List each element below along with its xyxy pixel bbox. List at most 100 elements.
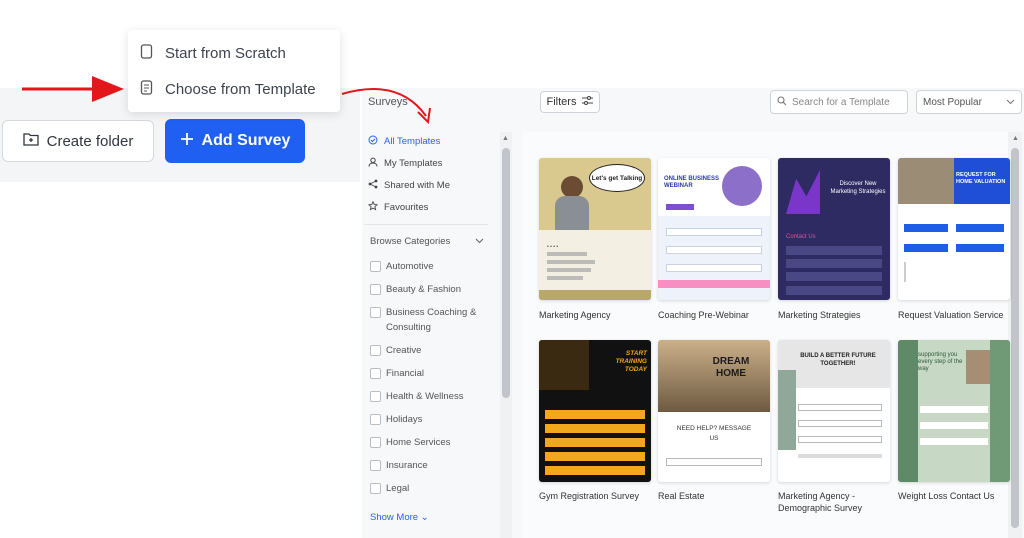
- category-legal[interactable]: Legal: [370, 481, 409, 496]
- start-from-scratch-label: Start from Scratch: [165, 45, 286, 62]
- browse-categories-toggle[interactable]: Browse Categories: [370, 236, 484, 247]
- thumb-field: [904, 244, 948, 252]
- thumb-title: REQUEST FOR HOME VALUATION: [956, 172, 1006, 185]
- thumb-line: [547, 252, 587, 256]
- search-icon: [777, 95, 787, 109]
- thumb-field: [545, 410, 645, 419]
- template-card-real-estate[interactable]: DREAM HOME NEED HELP? MESSAGE US: [658, 340, 770, 482]
- thumb-field: [666, 458, 762, 466]
- sidebar-item-shared[interactable]: Shared with Me: [368, 179, 450, 192]
- category-business-coaching[interactable]: Business Coaching & Consulting: [370, 305, 482, 335]
- star-icon: [367, 200, 379, 214]
- template-card-coaching-pre-webinar[interactable]: ONLINE BUSINESS WEBINAR: [658, 158, 770, 300]
- sort-select[interactable]: Most Popular: [916, 90, 1022, 114]
- template-search-input[interactable]: Search for a Template: [770, 90, 908, 114]
- template-name[interactable]: Marketing Agency: [539, 309, 655, 321]
- template-name[interactable]: Coaching Pre-Webinar: [658, 309, 774, 321]
- chevron-down-icon: ⌄: [420, 512, 429, 523]
- template-name[interactable]: Real Estate: [658, 490, 774, 502]
- show-more-link[interactable]: Show More ⌄: [370, 512, 429, 523]
- chevron-down-icon: [1006, 97, 1015, 108]
- template-card-weight-loss[interactable]: supporting you every step of the way: [898, 340, 1010, 482]
- category-creative[interactable]: Creative: [370, 343, 421, 358]
- category-checkbox[interactable]: [370, 368, 381, 379]
- chevron-down-icon: [475, 236, 484, 247]
- share-icon: [368, 179, 378, 192]
- user-icon: [368, 157, 378, 170]
- thumb-field: [666, 228, 762, 236]
- category-automotive[interactable]: Automotive: [370, 259, 434, 274]
- category-label: Home Services: [386, 437, 451, 448]
- sidebar-item-label: All Templates: [384, 136, 441, 147]
- thumb-field: [666, 246, 762, 254]
- blank-document-icon: [140, 44, 153, 63]
- sidebar-item-my-templates[interactable]: My Templates: [368, 157, 442, 170]
- category-beauty-fashion[interactable]: Beauty & Fashion: [370, 282, 461, 297]
- category-checkbox[interactable]: [370, 437, 381, 448]
- thumb-photo: [539, 340, 589, 390]
- sidebar-item-favourites[interactable]: Favourites: [367, 200, 429, 214]
- thumb-title: ONLINE BUSINESS WEBINAR: [664, 176, 720, 189]
- scrollbar-thumb[interactable]: [502, 148, 510, 398]
- category-checkbox[interactable]: [370, 460, 381, 471]
- sidebar-item-label: Favourites: [384, 202, 429, 213]
- thumb-field: [545, 438, 645, 447]
- category-checkbox[interactable]: [370, 307, 381, 318]
- filters-button[interactable]: Filters: [540, 91, 600, 113]
- category-checkbox[interactable]: [370, 284, 381, 295]
- template-name[interactable]: Gym Registration Survey: [539, 490, 655, 502]
- add-survey-label: Add Survey: [201, 132, 291, 149]
- create-folder-button[interactable]: Create folder: [2, 120, 154, 162]
- template-name[interactable]: Request Valuation Service: [898, 309, 1008, 321]
- category-label: Health & Wellness: [386, 391, 464, 402]
- filters-label: Filters: [546, 96, 577, 108]
- template-document-icon: [140, 80, 153, 99]
- sidebar-item-label: Shared with Me: [384, 180, 451, 191]
- thumb-footer: [658, 280, 770, 288]
- template-card-request-valuation[interactable]: REQUEST FOR HOME VALUATION: [898, 158, 1010, 300]
- thumb-line: [798, 454, 882, 458]
- category-health-wellness[interactable]: Health & Wellness: [370, 389, 463, 404]
- template-card-gym-registration[interactable]: START TRAINING TODAY: [539, 340, 651, 482]
- thumb-field: [786, 259, 882, 268]
- thumb-subtitle: NEED HELP? MESSAGE US: [676, 425, 752, 442]
- thumb-photo: [898, 158, 954, 204]
- grid-scrollbar[interactable]: ▲: [1008, 132, 1022, 538]
- thumb-field: [920, 438, 988, 445]
- thumb-line: [547, 260, 595, 264]
- template-card-marketing-agency[interactable]: Let's get Talking • • • •: [539, 158, 651, 300]
- thumb-field: [956, 224, 1004, 232]
- thumb-title: supporting you every step of the way: [918, 352, 963, 372]
- category-checkbox[interactable]: [370, 345, 381, 356]
- template-name[interactable]: Marketing Strategies: [778, 309, 894, 321]
- scroll-up-icon[interactable]: ▲: [1012, 135, 1019, 142]
- sidebar-scrollbar[interactable]: ▲: [500, 132, 512, 538]
- category-holidays[interactable]: Holidays: [370, 412, 422, 427]
- curved-arrow-annotation: [341, 88, 431, 125]
- template-card-marketing-demographic[interactable]: BUILD A BETTER FUTURE TOGETHER!: [778, 340, 890, 482]
- choose-from-template-option[interactable]: Choose from Template: [140, 80, 316, 99]
- template-name[interactable]: Weight Loss Contact Us: [898, 490, 1014, 502]
- scrollbar-thumb[interactable]: [1011, 148, 1019, 528]
- thumb-leaf: [898, 340, 918, 482]
- start-from-scratch-option[interactable]: Start from Scratch: [140, 44, 286, 63]
- check-circle-icon: [368, 135, 378, 148]
- sort-selected-value: Most Popular: [923, 96, 982, 108]
- screenshot-root: Create folder Add Survey Surveys Filters…: [0, 0, 1024, 538]
- category-checkbox[interactable]: [370, 483, 381, 494]
- category-insurance[interactable]: Insurance: [370, 458, 428, 473]
- category-home-services[interactable]: Home Services: [370, 435, 450, 450]
- thumb-field: [920, 406, 988, 413]
- category-checkbox[interactable]: [370, 414, 381, 425]
- template-card-marketing-strategies[interactable]: Discover New Marketing Strategies Contac…: [778, 158, 890, 300]
- category-financial[interactable]: Financial: [370, 366, 424, 381]
- sidebar-item-all-templates[interactable]: All Templates: [368, 135, 440, 148]
- category-label: Creative: [386, 345, 422, 356]
- template-name[interactable]: Marketing Agency - Demographic Survey: [778, 490, 894, 514]
- scroll-up-icon[interactable]: ▲: [502, 135, 509, 142]
- category-checkbox[interactable]: [370, 391, 381, 402]
- thumb-line: [547, 276, 583, 280]
- add-survey-button[interactable]: Add Survey: [165, 119, 305, 163]
- category-checkbox[interactable]: [370, 261, 381, 272]
- sidebar-divider: [364, 224, 488, 225]
